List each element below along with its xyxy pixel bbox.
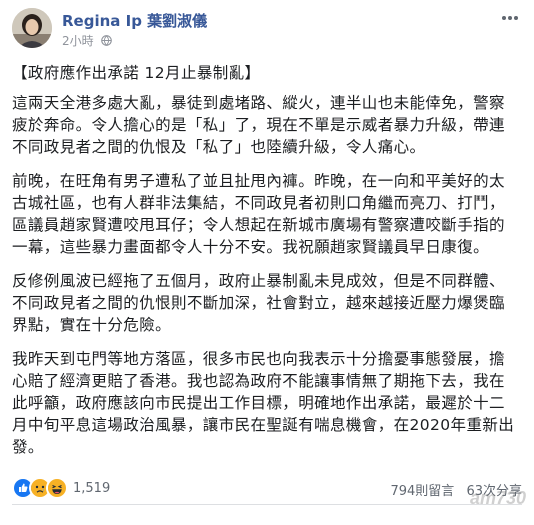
comments-count[interactable]: 794則留言: [390, 484, 454, 499]
author-name[interactable]: Regina Ip 葉劉淑儀: [62, 10, 207, 31]
post-content: 【政府應作出承諾 12月止暴制亂】 這兩天全港多處大亂，暴徒到處堵路、縱火，連半…: [12, 62, 517, 470]
post-header: Regina Ip 葉劉淑儀 2小時: [12, 8, 522, 54]
post-paragraph: 我昨天到屯門等地方落區，很多市民也向我表示十分擔憂事態發展，擔心賠了經濟更賠了香…: [12, 350, 515, 456]
post-paragraph: 前晚，在旺角有男子遭私了並且扯甩內褲。昨晚，在一向和平美好的太古城社區，也有人群…: [12, 172, 505, 256]
avatar[interactable]: [12, 8, 52, 48]
post-meta: 2小時: [62, 32, 113, 49]
reactions-summary[interactable]: 1,519: [12, 477, 110, 499]
divider: [12, 504, 522, 505]
globe-icon: [101, 35, 113, 46]
post-title: 【政府應作出承諾 12月止暴制亂】: [12, 64, 261, 82]
post-timestamp[interactable]: 2小時: [62, 34, 94, 48]
haha-reaction-icon: [46, 477, 68, 499]
post-footer: 1,519 794則留言 63次分享: [12, 474, 522, 500]
more-dots-icon: [502, 16, 518, 20]
post-paragraph: 反修例風波已經拖了五個月，政府止暴制亂未見成效，但是不同群體、不同政見者之間的仇…: [12, 272, 505, 334]
watermark-logo: am730: [469, 488, 526, 508]
post-paragraph: 這兩天全港多處大亂，暴徒到處堵路、縱火，連半山也未能倖免，警察疲於奔命。令人擔心…: [12, 94, 505, 156]
more-options-button[interactable]: [498, 10, 522, 26]
reactions-count[interactable]: 1,519: [73, 481, 110, 496]
facebook-post: Regina Ip 葉劉淑儀 2小時 【政府應作出承諾 12月止暴制亂】 這兩天…: [0, 0, 534, 525]
